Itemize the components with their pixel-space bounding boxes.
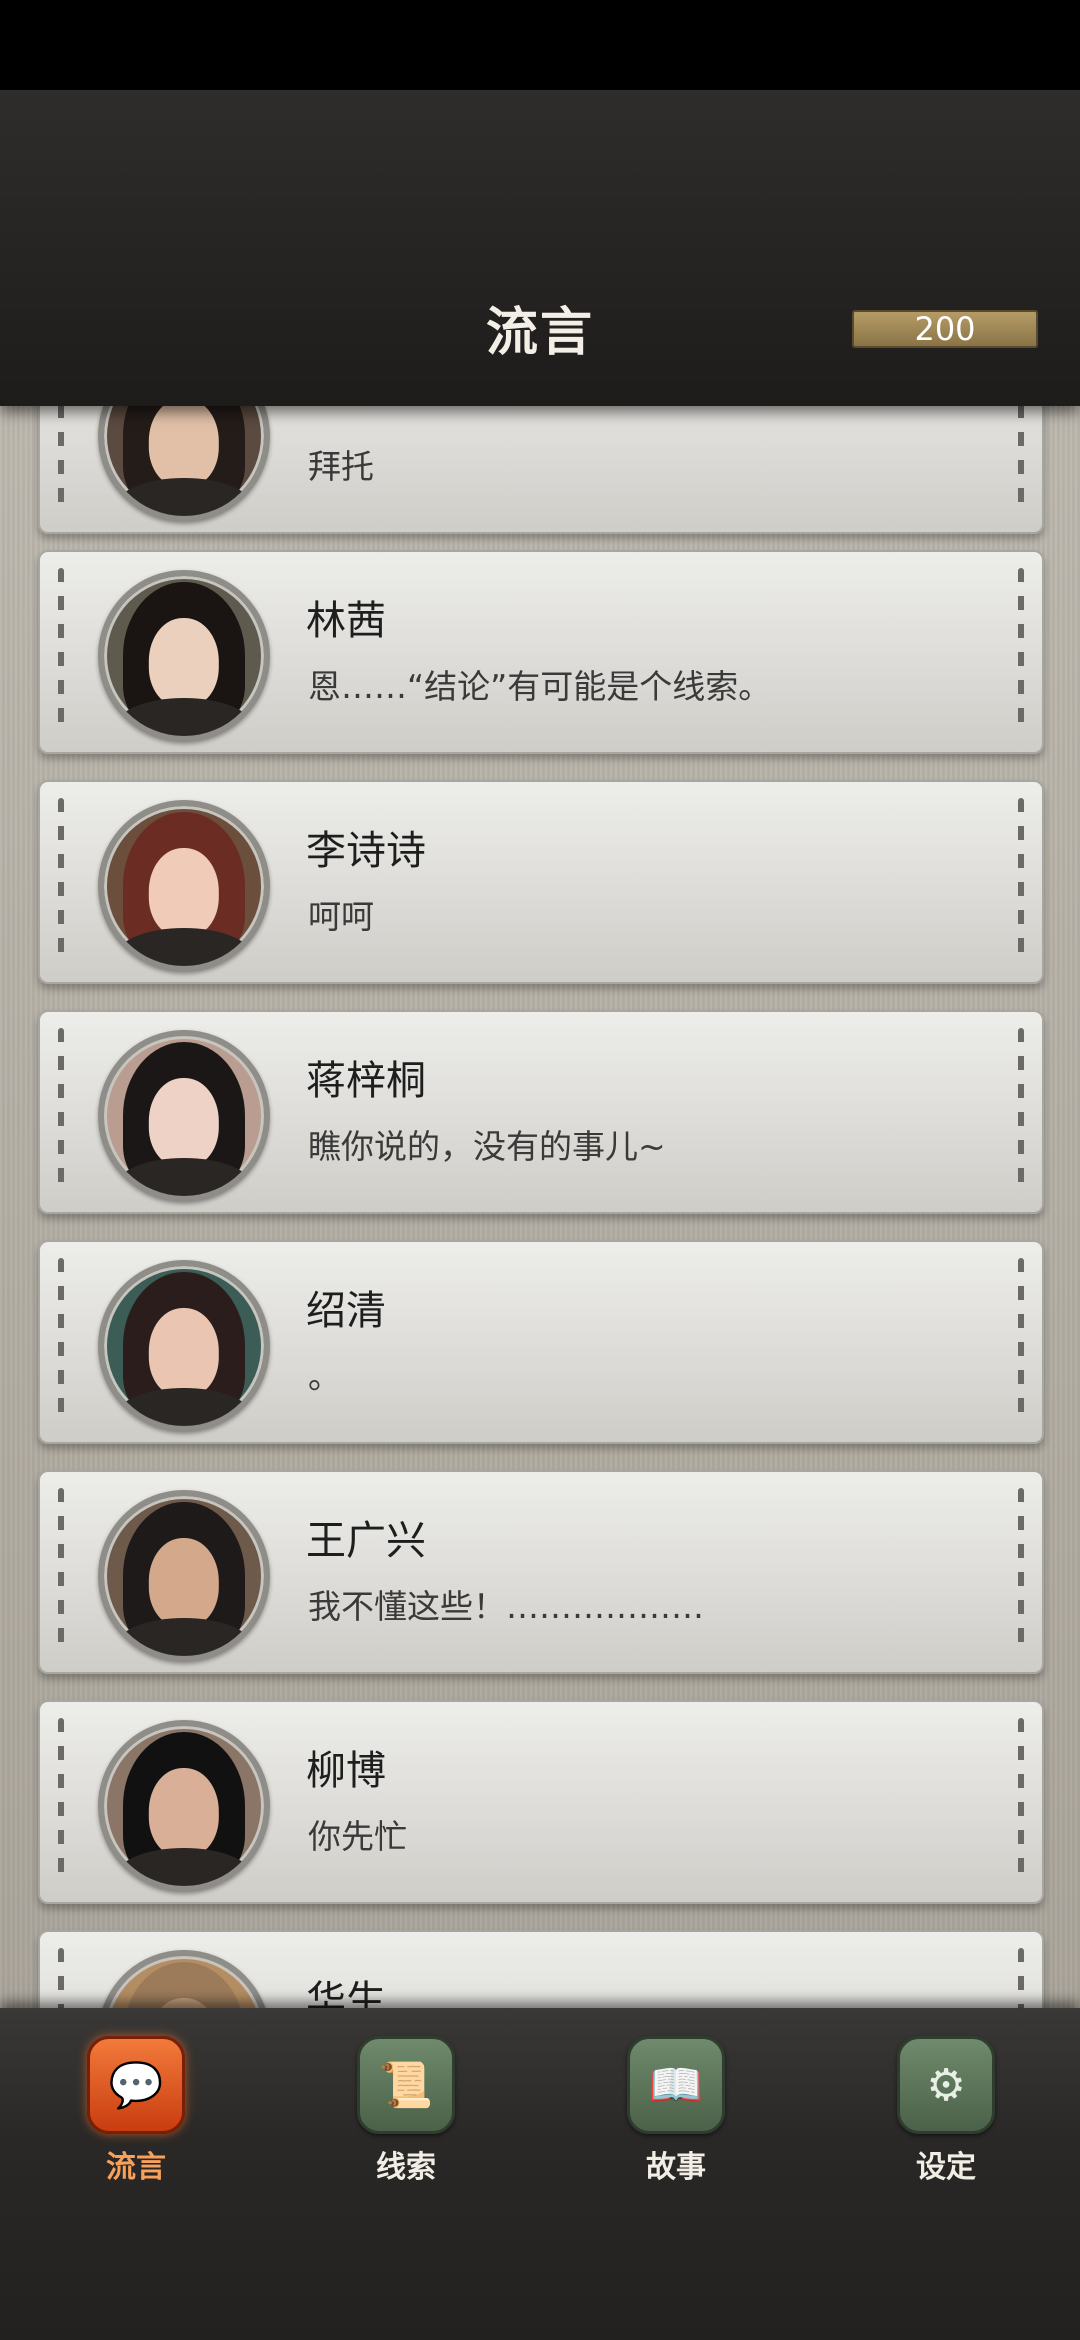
last-message: 恩……“结论”有可能是个线索。 bbox=[308, 667, 772, 706]
stitch-left bbox=[58, 1948, 64, 2008]
last-message: 呵呵 bbox=[308, 897, 374, 936]
bottom-nav: 💬 流言 📜 线索 📖 故事 ⚙ 设定 bbox=[0, 2008, 1080, 2340]
gear-icon: ⚙ bbox=[897, 2036, 995, 2134]
avatar bbox=[98, 1720, 270, 1892]
contact-name: 蒋梓桐 bbox=[306, 1058, 426, 1104]
last-message: 拜托 bbox=[308, 447, 374, 486]
avatar bbox=[98, 800, 270, 972]
stitch-left bbox=[58, 568, 64, 736]
last-message: 我不懂这些！……………… bbox=[308, 1587, 704, 1626]
message-card[interactable]: 李诗诗 呵呵 bbox=[38, 780, 1044, 984]
stitch-right bbox=[1018, 798, 1024, 966]
avatar bbox=[98, 406, 270, 522]
last-message: 瞧你说的，没有的事儿~ bbox=[308, 1127, 666, 1166]
nav-clues[interactable]: 📜 线索 bbox=[336, 2036, 476, 2186]
last-message: 。 bbox=[308, 1357, 341, 1396]
top-header: 流言 200 bbox=[0, 90, 1080, 406]
contact-name: 绍清 bbox=[306, 1288, 386, 1334]
avatar bbox=[98, 1950, 270, 2008]
stitch-left bbox=[58, 1718, 64, 1886]
stitch-right bbox=[1018, 1948, 1024, 2008]
book-icon: 📖 bbox=[627, 2036, 725, 2134]
chat-bubble-icon: 💬 bbox=[87, 2036, 185, 2134]
stitch-right bbox=[1018, 1028, 1024, 1196]
paper-note-icon: 📜 bbox=[357, 2036, 455, 2134]
message-card[interactable]: 蒋梓桐 瞧你说的，没有的事儿~ bbox=[38, 1010, 1044, 1214]
nav-settings[interactable]: ⚙ 设定 bbox=[876, 2036, 1016, 2186]
stitch-right bbox=[1018, 568, 1024, 736]
message-card[interactable]: 王广兴 我不懂这些！……………… bbox=[38, 1470, 1044, 1674]
nav-rumors[interactable]: 💬 流言 bbox=[66, 2036, 206, 2186]
message-card[interactable]: 林茜 恩……“结论”有可能是个线索。 bbox=[38, 550, 1044, 754]
coin-counter: 200 bbox=[852, 310, 1038, 348]
contact-name: 华生 bbox=[306, 1978, 386, 2008]
nav-label: 流言 bbox=[106, 2150, 166, 2185]
stitch-right bbox=[1018, 1718, 1024, 1886]
contact-name: 柳博 bbox=[306, 1748, 386, 1794]
stitch-left bbox=[58, 1028, 64, 1196]
nav-label: 设定 bbox=[916, 2150, 976, 2185]
avatar bbox=[98, 570, 270, 742]
contact-name: 李诗诗 bbox=[306, 828, 426, 874]
rumor-list[interactable]: 拜托 林茜 恩……“结论”有可能是个线索。 李诗诗 呵呵 蒋梓桐 瞧你说的，没有… bbox=[0, 406, 1080, 2008]
nav-story[interactable]: 📖 故事 bbox=[606, 2036, 746, 2186]
message-card[interactable]: 拜托 bbox=[38, 406, 1044, 534]
message-card[interactable]: 绍清 。 bbox=[38, 1240, 1044, 1444]
nav-label: 故事 bbox=[646, 2150, 706, 2185]
stitch-right bbox=[1018, 406, 1024, 516]
avatar bbox=[98, 1030, 270, 1202]
avatar bbox=[98, 1260, 270, 1432]
message-card[interactable]: 柳博 你先忙 bbox=[38, 1700, 1044, 1904]
stitch-left bbox=[58, 1488, 64, 1656]
avatar bbox=[98, 1490, 270, 1662]
stitch-left bbox=[58, 406, 64, 516]
contact-name: 王广兴 bbox=[306, 1518, 426, 1564]
stitch-right bbox=[1018, 1258, 1024, 1426]
stitch-left bbox=[58, 798, 64, 966]
status-bar bbox=[0, 0, 1080, 90]
stitch-right bbox=[1018, 1488, 1024, 1656]
stitch-left bbox=[58, 1258, 64, 1426]
contact-name: 林茜 bbox=[306, 598, 386, 644]
message-card[interactable]: 华生 bbox=[38, 1930, 1044, 2008]
last-message: 你先忙 bbox=[308, 1817, 407, 1856]
nav-label: 线索 bbox=[376, 2150, 436, 2185]
